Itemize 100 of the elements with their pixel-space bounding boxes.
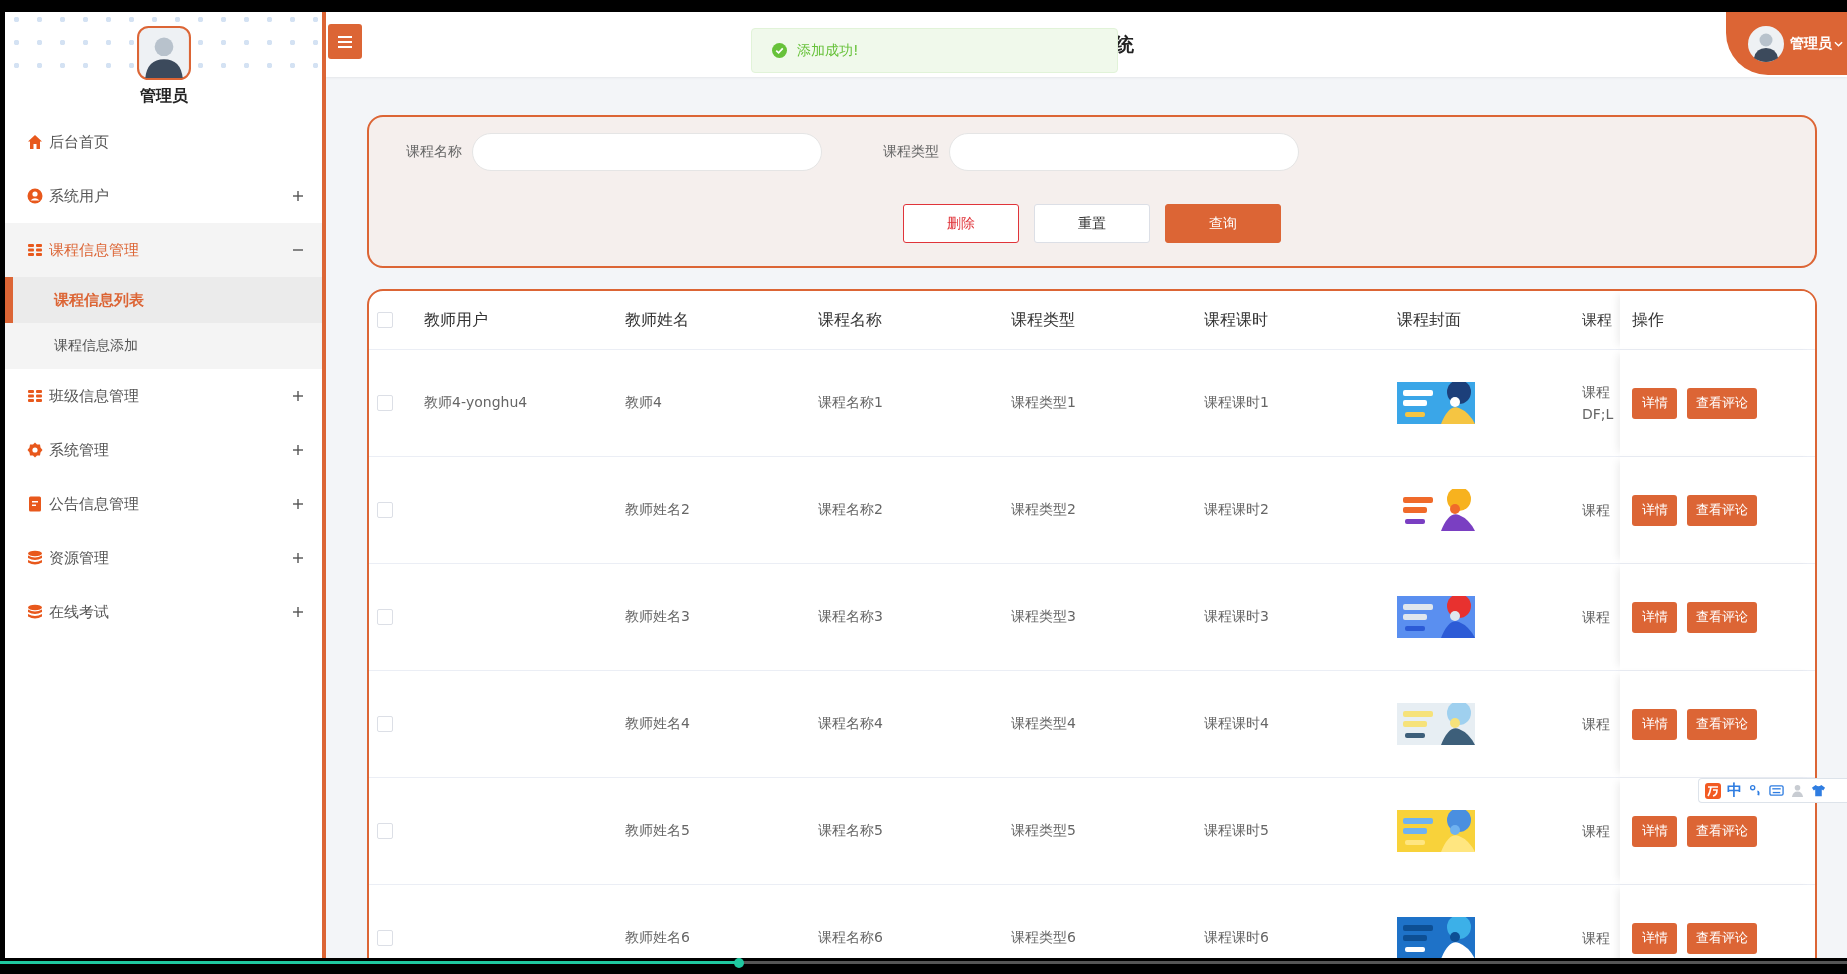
table-cell-text: 课程 xyxy=(1582,822,1610,841)
database-icon xyxy=(27,604,43,620)
checkbox[interactable] xyxy=(377,609,393,625)
column-header: 课程课时 xyxy=(1204,309,1268,331)
view-comments-button[interactable]: 查看评论 xyxy=(1687,494,1757,526)
keyboard-icon[interactable] xyxy=(1769,783,1784,798)
database-icon xyxy=(27,550,43,566)
sidebar-item[interactable]: 资源管理 xyxy=(5,531,322,585)
table-cell: 课程课时6 xyxy=(1204,929,1269,947)
column-header: 操作 xyxy=(1632,309,1664,331)
grid-icon xyxy=(27,242,43,258)
shirt-icon[interactable] xyxy=(1811,783,1826,798)
column-header: 教师用户 xyxy=(424,309,488,331)
plus-icon xyxy=(292,444,304,456)
details-button[interactable]: 详情 xyxy=(1632,494,1677,526)
table-cell: 课程类型6 xyxy=(1011,929,1076,947)
table-cell: 课程类型3 xyxy=(1011,608,1076,626)
table-cell: 课程类型2 xyxy=(1011,501,1076,519)
sidebar-item[interactable]: 公告信息管理 xyxy=(5,477,322,531)
avatar xyxy=(1748,25,1784,62)
checkbox[interactable] xyxy=(377,716,393,732)
view-comments-button[interactable]: 查看评论 xyxy=(1687,601,1757,633)
details-button[interactable]: 详情 xyxy=(1632,815,1677,847)
grid-icon xyxy=(27,388,43,404)
punctuation-icon[interactable] xyxy=(1748,783,1763,798)
submenu-item[interactable]: 课程信息添加 xyxy=(5,323,322,369)
column-header: 课程 xyxy=(1582,310,1612,330)
sidebar-item[interactable]: 课程信息管理 xyxy=(5,223,322,277)
sidebar-item[interactable]: 系统用户 xyxy=(5,169,322,223)
table-cell: 课程课时4 xyxy=(1204,715,1269,733)
table-cell-text: 课程 xyxy=(1582,501,1610,520)
query-button[interactable]: 查询 xyxy=(1165,204,1281,243)
table-cell: 课程类型5 xyxy=(1011,822,1076,840)
user-name: 管理员 xyxy=(139,86,188,107)
table-cell: 课程课时5 xyxy=(1204,822,1269,840)
ime-logo-icon xyxy=(1705,782,1721,799)
table-cell-text: 课程 DF;L xyxy=(1582,383,1614,424)
sidebar-item[interactable]: 系统管理 xyxy=(5,423,322,477)
field-label: 课程类型 xyxy=(883,143,939,161)
table-cell: 教师姓名3 xyxy=(625,608,690,626)
table-cell: 课程课时3 xyxy=(1204,608,1269,626)
table-cell: 课程名称6 xyxy=(818,929,883,947)
table-cell: 教师姓名5 xyxy=(625,822,690,840)
details-button[interactable]: 详情 xyxy=(1632,601,1677,633)
table-cell: 课程名称4 xyxy=(818,715,883,733)
plus-icon xyxy=(292,390,304,402)
user-menu[interactable]: 管理员 xyxy=(1726,12,1847,75)
menu-icon xyxy=(338,35,352,48)
plus-icon xyxy=(292,552,304,564)
table-cell: 教师姓名2 xyxy=(625,501,690,519)
table-cell: 课程课时2 xyxy=(1204,501,1269,519)
document-icon xyxy=(27,496,43,512)
plus-icon xyxy=(292,190,304,202)
ime-mode-label[interactable]: 中 xyxy=(1727,781,1742,800)
reset-button[interactable]: 重置 xyxy=(1034,204,1150,243)
input-field[interactable] xyxy=(949,133,1299,171)
details-button[interactable]: 详情 xyxy=(1632,922,1677,954)
avatar xyxy=(136,26,191,80)
table-cell: 教师姓名6 xyxy=(625,929,690,947)
table-cell: 课程课时1 xyxy=(1204,394,1269,412)
table-cell: 教师姓名4 xyxy=(625,715,690,733)
chevron-down-icon xyxy=(1834,40,1843,47)
input-field[interactable] xyxy=(472,133,822,171)
plus-icon xyxy=(292,498,304,510)
checkbox[interactable] xyxy=(377,312,393,328)
sidebar-item[interactable]: 后台首页 xyxy=(5,115,322,169)
view-comments-button[interactable]: 查看评论 xyxy=(1687,815,1757,847)
delete-button[interactable]: 删除 xyxy=(903,204,1019,243)
plus-icon xyxy=(292,606,304,618)
menu-button[interactable] xyxy=(328,24,362,59)
toast-message: 添加成功! xyxy=(797,41,859,60)
check-circle-icon xyxy=(772,43,787,58)
person-icon[interactable] xyxy=(1790,783,1805,798)
table-cell-text: 课程 xyxy=(1582,608,1610,627)
table-cell: 课程名称3 xyxy=(818,608,883,626)
view-comments-button[interactable]: 查看评论 xyxy=(1687,387,1757,419)
column-header: 课程封面 xyxy=(1397,309,1461,331)
column-header: 课程名称 xyxy=(818,309,882,331)
details-button[interactable]: 详情 xyxy=(1632,708,1677,740)
checkbox[interactable] xyxy=(377,502,393,518)
table-cell: 课程名称1 xyxy=(818,394,883,412)
checkbox[interactable] xyxy=(377,395,393,411)
table-cell: 课程类型1 xyxy=(1011,394,1076,412)
sidebar-item[interactable]: 班级信息管理 xyxy=(5,369,322,423)
view-comments-button[interactable]: 查看评论 xyxy=(1687,708,1757,740)
table-cell-text: 课程 xyxy=(1582,715,1610,734)
table-cell-text: 课程 xyxy=(1582,929,1610,948)
checkbox[interactable] xyxy=(377,823,393,839)
table-cell: 课程名称2 xyxy=(818,501,883,519)
field-label: 课程名称 xyxy=(406,143,462,161)
table-cell: 课程类型4 xyxy=(1011,715,1076,733)
column-header: 课程类型 xyxy=(1011,309,1075,331)
details-button[interactable]: 详情 xyxy=(1632,387,1677,419)
submenu-item[interactable]: 课程信息列表 xyxy=(5,277,322,323)
checkbox[interactable] xyxy=(377,930,393,946)
view-comments-button[interactable]: 查看评论 xyxy=(1687,922,1757,954)
table-cell: 课程名称5 xyxy=(818,822,883,840)
column-header: 教师姓名 xyxy=(625,309,689,331)
sidebar-item[interactable]: 在线考试 xyxy=(5,585,322,639)
gear-icon xyxy=(27,442,43,458)
